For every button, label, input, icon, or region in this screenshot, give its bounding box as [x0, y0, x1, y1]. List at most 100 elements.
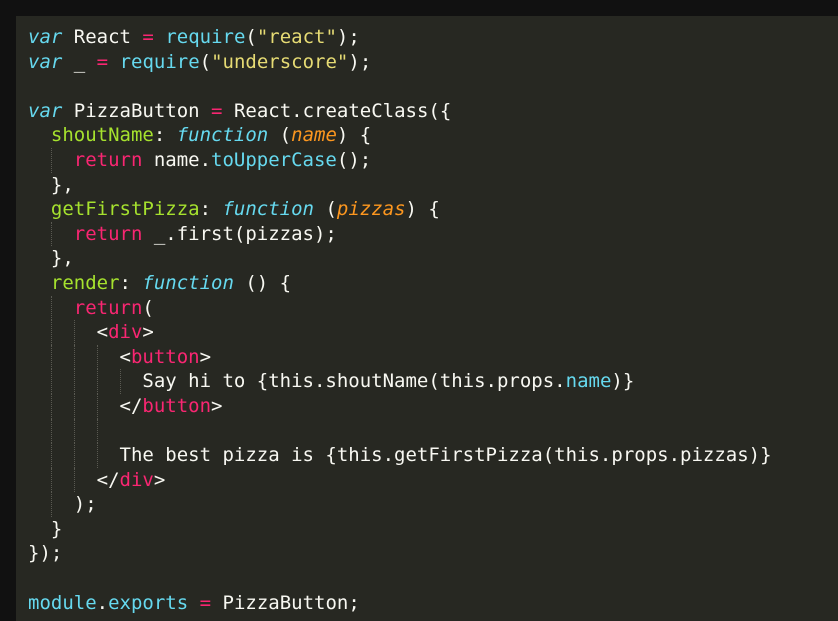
code-line: <div> [28, 320, 838, 345]
indent-guide [50, 295, 74, 321]
code-token: require [119, 50, 200, 73]
code-token: _.first(pizzas); [142, 222, 337, 245]
code-token: name. [142, 148, 212, 171]
indent-guide [96, 443, 120, 468]
indent-guide [28, 173, 51, 198]
code-line: </button> [28, 393, 838, 419]
code-token: name [565, 370, 612, 393]
code-token: "underscore" [211, 50, 349, 73]
code-token: var [28, 99, 63, 122]
code-token: }, [50, 173, 74, 196]
code-token: > [142, 321, 154, 344]
code-token: Say hi to {this.shoutName(this.props. [142, 370, 566, 393]
indent-guide [50, 492, 74, 517]
code-token: require [165, 26, 246, 48]
code-token: div [108, 321, 143, 344]
code-line [28, 418, 838, 444]
code-line: }); [28, 541, 838, 566]
code-token: </ [96, 468, 120, 491]
code-token: : [199, 198, 223, 221]
code-token: ( [314, 198, 337, 221]
indent-guide [28, 492, 51, 517]
code-token: PizzaButton; [211, 591, 360, 614]
indent-guide [50, 320, 74, 345]
code-line: Say hi to {this.shoutName(this.props.nam… [28, 369, 838, 394]
code-token: = [142, 26, 154, 48]
code-token: function [222, 198, 314, 221]
code-token: PizzaButton [62, 99, 212, 122]
code-token: = [211, 99, 223, 122]
code-line: var PizzaButton = React.createClass({ [28, 99, 838, 124]
indent-guide [28, 197, 51, 222]
code-line: var _ = require("underscore"); [28, 50, 838, 75]
indent-guide [50, 369, 74, 394]
code-token: module [28, 591, 97, 614]
indent-guide [73, 344, 97, 370]
indent-guide [73, 369, 97, 394]
indent-guide [28, 296, 51, 321]
code-line: var React = require("react"); [28, 25, 838, 50]
code-token: The best pizza is {this.getFirstPizza(th… [119, 444, 772, 467]
indent-guide [119, 369, 143, 394]
code-token: }, [50, 247, 74, 270]
code-line: </div> [28, 467, 838, 493]
code-token: return [73, 148, 143, 171]
code-line: module.exports = PizzaButton; [28, 591, 838, 616]
indent-guide [50, 147, 74, 173]
code-token: toUpperCase [211, 148, 337, 171]
code-line: }, [28, 173, 838, 198]
indent-guide [28, 123, 51, 148]
code-token: getFirstPizza [50, 198, 200, 221]
code-token: pizzas [336, 198, 406, 221]
code-line: }, [28, 246, 838, 271]
indent-guide [28, 320, 51, 345]
code-token: < [96, 321, 109, 344]
code-token: > [211, 394, 223, 417]
code-token: () { [233, 271, 292, 294]
code-token: function [142, 271, 234, 294]
code-token: return [73, 222, 143, 245]
indent-guide [28, 419, 51, 444]
indent-guide [28, 369, 51, 394]
indent-guide [28, 394, 51, 419]
indent-guide [50, 344, 74, 370]
code-token: > [153, 468, 166, 491]
code-token: var [28, 50, 63, 73]
code-token: var [28, 26, 63, 48]
code-line: shoutName: function (name) { [28, 123, 838, 148]
code-token: ) { [405, 198, 440, 221]
code-token: React [62, 26, 143, 48]
code-token: </ [119, 394, 143, 417]
code-token: > [199, 345, 212, 368]
code-token: ); [348, 50, 372, 73]
indent-guide [28, 517, 51, 542]
indent-guide [73, 467, 97, 493]
indent-guide [73, 393, 97, 419]
code-token: (); [336, 148, 372, 171]
code-token: shoutName [50, 124, 154, 147]
code-token: exports [108, 591, 189, 614]
code-token: ( [268, 124, 292, 147]
code-token: ( [199, 50, 212, 73]
indent-guide [50, 393, 74, 419]
code-token: return [73, 296, 143, 319]
code-token: = [96, 50, 109, 73]
indent-guide [96, 369, 120, 394]
code-line: } [28, 517, 838, 542]
indent-guide [96, 344, 120, 370]
code-editor[interactable]: var React = require("react"); var _ = req… [16, 16, 838, 621]
indent-guide [28, 468, 51, 493]
indent-guide [28, 271, 51, 296]
code-lines: var React = require("react"); var _ = req… [28, 25, 838, 615]
code-line: <button> [28, 344, 838, 370]
indent-guide [28, 148, 51, 173]
code-token: : [153, 124, 177, 147]
indent-guide [50, 443, 74, 468]
code-token: button [142, 394, 212, 417]
code-token: )} [611, 370, 635, 393]
